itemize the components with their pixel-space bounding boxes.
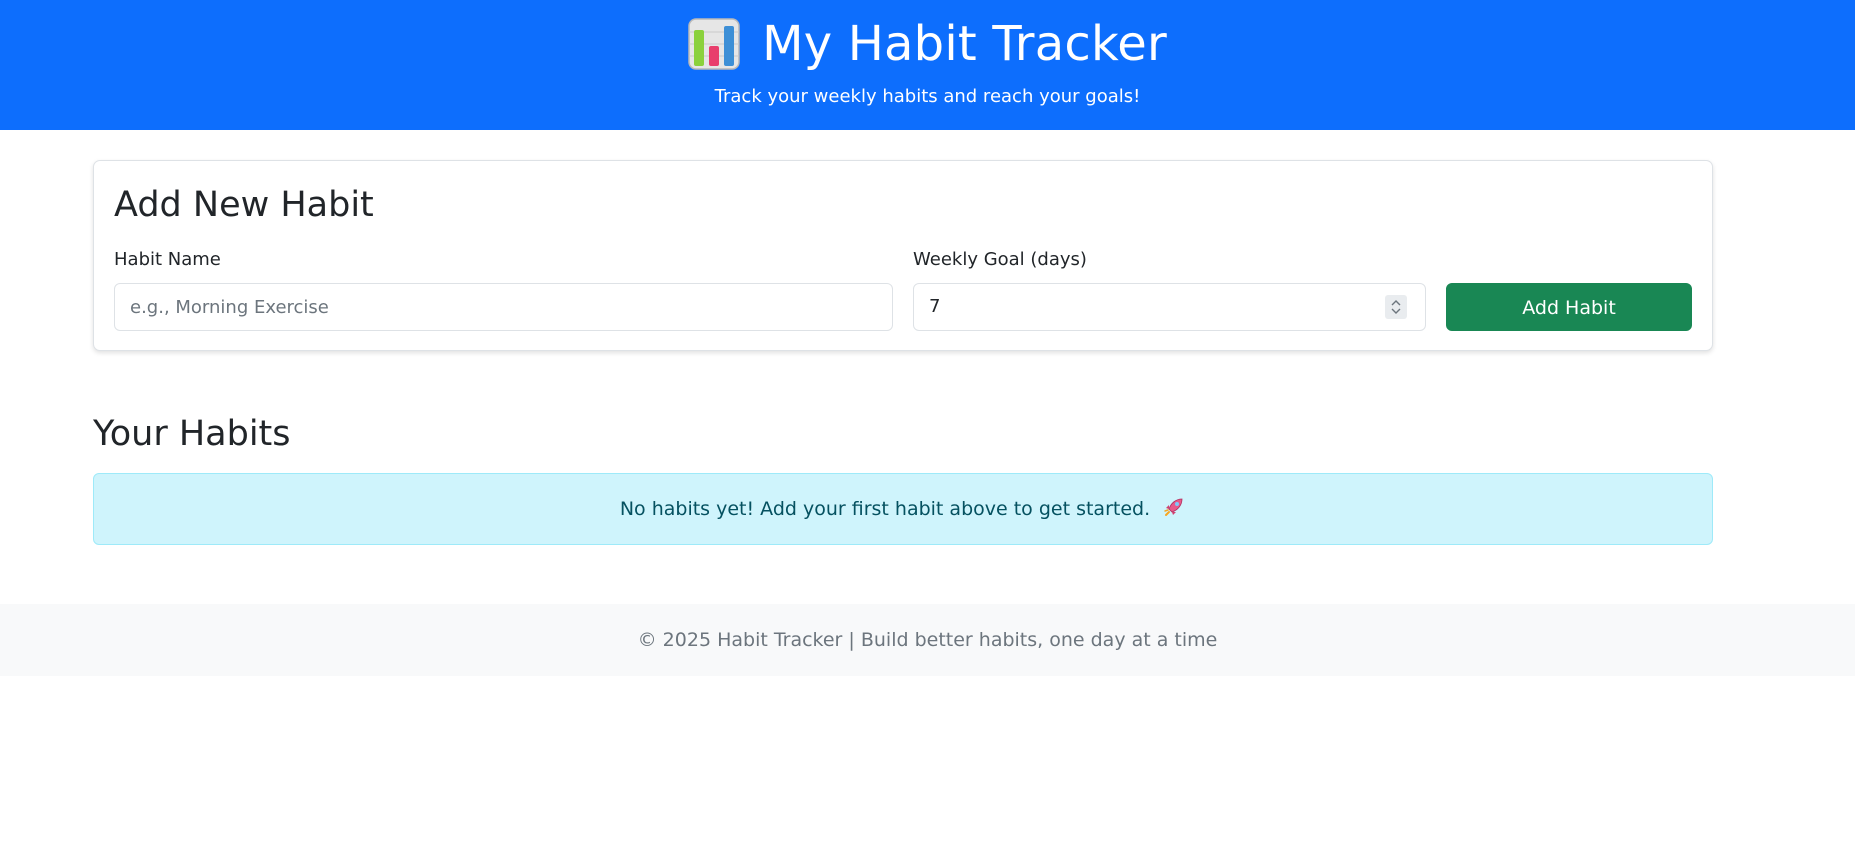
weekly-goal-input[interactable]: 7 — [913, 283, 1426, 331]
rocket-icon — [1162, 478, 1186, 516]
footer-text: © 2025 Habit Tracker | Build better habi… — [637, 629, 1218, 651]
habit-name-label: Habit Name — [114, 249, 221, 270]
empty-habits-alert: No habits yet! Add your first habit abov… — [93, 473, 1713, 545]
app-title: My Habit Tracker — [762, 16, 1167, 72]
chevron-up-icon[interactable] — [1391, 300, 1401, 306]
empty-habits-message: No habits yet! Add your first habit abov… — [619, 498, 1151, 520]
app-header: My Habit Tracker Track your weekly habit… — [0, 0, 1855, 130]
number-spinner[interactable] — [1385, 295, 1407, 319]
header-title-row: My Habit Tracker — [0, 12, 1855, 76]
app-subtitle: Track your weekly habits and reach your … — [714, 86, 1141, 107]
bar-chart-icon — [688, 18, 740, 70]
weekly-goal-value: 7 — [929, 296, 941, 317]
app-footer: © 2025 Habit Tracker | Build better habi… — [0, 604, 1855, 676]
habit-name-input[interactable] — [114, 283, 893, 331]
chevron-down-icon[interactable] — [1391, 308, 1401, 314]
your-habits-title: Your Habits — [93, 414, 291, 454]
weekly-goal-label: Weekly Goal (days) — [913, 249, 1087, 270]
add-habit-button[interactable]: Add Habit — [1446, 283, 1692, 331]
add-habit-title: Add New Habit — [114, 185, 374, 225]
add-habit-card: Add New Habit Habit Name Weekly Goal (da… — [93, 160, 1713, 351]
